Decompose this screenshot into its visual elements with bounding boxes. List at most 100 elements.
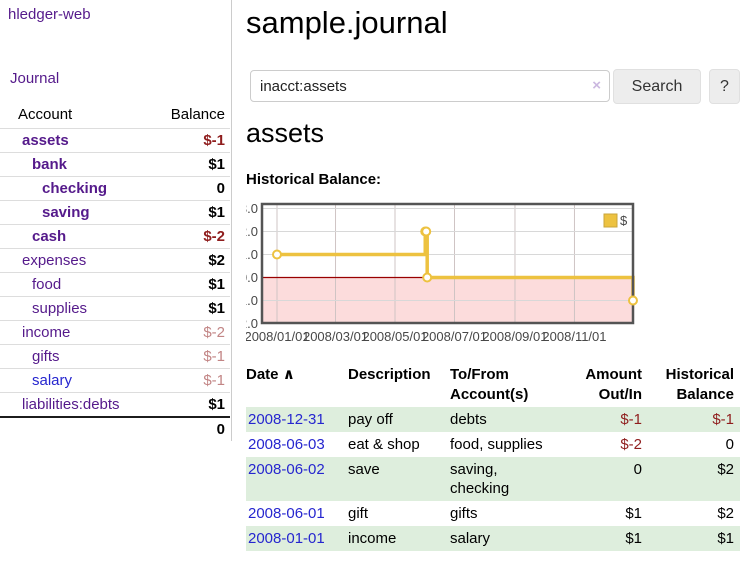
- transaction-accounts-cell: food, supplies: [448, 432, 560, 457]
- svg-text:0.0: 0.0: [246, 270, 258, 285]
- transaction-amount-cell: $-2: [560, 432, 642, 457]
- amount-column-header: Amount Out/In: [560, 362, 642, 407]
- svg-text:$: $: [620, 213, 628, 228]
- account-balance: $-2: [203, 321, 230, 344]
- account-balance: $1: [208, 153, 230, 176]
- transaction-description-cell: pay off: [346, 407, 448, 432]
- historical-balance-chart: $3.02.01.00.0-1.0-2.02008/01/012008/03/0…: [246, 200, 742, 350]
- accounts-column-header: To/From Account(s): [448, 362, 560, 407]
- transaction-date-link[interactable]: 2008-12-31: [248, 411, 325, 428]
- transaction-amount-cell: $1: [560, 526, 642, 551]
- account-link[interactable]: supplies: [0, 297, 87, 320]
- account-row: salary $-1: [0, 368, 230, 392]
- account-balance: $-1: [203, 129, 230, 152]
- account-link[interactable]: assets: [0, 129, 69, 152]
- account-row: liabilities:debts $1: [0, 392, 230, 416]
- svg-text:2008/09/01: 2008/09/01: [482, 329, 547, 344]
- page-title: sample.journal: [246, 4, 448, 42]
- accounts-table-header: Account Balance: [0, 100, 230, 128]
- transaction-date-link[interactable]: 2008-06-01: [248, 505, 325, 522]
- accounts-total-row: 0: [0, 416, 230, 440]
- search-input[interactable]: [250, 70, 610, 102]
- account-row: expenses $2: [0, 248, 230, 272]
- sidebar: hledger-web Journal Account Balance asse…: [0, 0, 232, 582]
- transaction-date-cell: 2008-01-01: [246, 526, 346, 551]
- register-row: 2008-12-31 pay off debts $-1 $-1: [246, 407, 740, 432]
- balance-column-header: Balance: [171, 100, 230, 128]
- account-link[interactable]: saving: [0, 201, 90, 224]
- transaction-date-link[interactable]: 2008-06-03: [248, 436, 325, 453]
- account-balance: 0: [217, 177, 230, 200]
- transaction-date-cell: 2008-12-31: [246, 407, 346, 432]
- date-column-header[interactable]: Date ∧: [246, 362, 346, 407]
- clear-search-icon[interactable]: ×: [592, 77, 601, 95]
- transaction-balance-cell: 0: [642, 432, 740, 457]
- chart-heading: Historical Balance:: [246, 171, 381, 188]
- transaction-amount-cell: $1: [560, 501, 642, 526]
- search-button[interactable]: Search: [613, 69, 701, 104]
- account-balance: $1: [208, 273, 230, 296]
- search-form: ×: [250, 70, 610, 102]
- date-header-label: Date: [246, 366, 279, 383]
- account-balance: $1: [208, 297, 230, 320]
- account-row: income $-2: [0, 320, 230, 344]
- sidebar-divider: [231, 0, 232, 441]
- help-button[interactable]: ?: [709, 69, 740, 104]
- account-link[interactable]: food: [0, 273, 61, 296]
- accounts-total-value: 0: [217, 418, 230, 440]
- transaction-amount-cell: $-1: [560, 407, 642, 432]
- transaction-accounts-cell: salary: [448, 526, 560, 551]
- transaction-amount-cell: 0: [560, 457, 642, 501]
- svg-text:2008/07/01: 2008/07/01: [422, 329, 487, 344]
- sort-ascending-icon: ∧: [283, 366, 295, 383]
- account-link[interactable]: cash: [0, 225, 66, 248]
- account-link[interactable]: bank: [0, 153, 67, 176]
- svg-text:2008/05/01: 2008/05/01: [362, 329, 427, 344]
- account-row: checking 0: [0, 176, 230, 200]
- account-heading: assets: [246, 118, 324, 149]
- transaction-balance-cell: $2: [642, 457, 740, 501]
- transaction-balance-cell: $-1: [642, 407, 740, 432]
- register-header-row: Date ∧ Description To/From Account(s) Am…: [246, 362, 740, 407]
- svg-text:3.0: 3.0: [246, 201, 258, 216]
- transaction-balance-cell: $1: [642, 526, 740, 551]
- account-row: cash $-2: [0, 224, 230, 248]
- register-row: 2008-01-01 income salary $1 $1: [246, 526, 740, 551]
- account-link[interactable]: expenses: [0, 249, 86, 272]
- register-body: 2008-12-31 pay off debts $-1 $-1 2008-06…: [246, 407, 740, 551]
- account-row: food $1: [0, 272, 230, 296]
- account-balance: $-1: [203, 369, 230, 392]
- account-balance: $-1: [203, 345, 230, 368]
- transaction-accounts-cell: gifts: [448, 501, 560, 526]
- account-link[interactable]: gifts: [0, 345, 60, 368]
- transaction-date-link[interactable]: 2008-06-02: [248, 461, 325, 478]
- account-link[interactable]: checking: [0, 177, 107, 200]
- account-row: saving $1: [0, 200, 230, 224]
- transaction-date-cell: 2008-06-02: [246, 457, 346, 501]
- transaction-description-cell: eat & shop: [346, 432, 448, 457]
- svg-text:-1.0: -1.0: [246, 293, 258, 308]
- account-link[interactable]: salary: [0, 369, 72, 392]
- svg-text:2.0: 2.0: [246, 224, 258, 239]
- svg-text:2008/03/01: 2008/03/01: [303, 329, 368, 344]
- transaction-accounts-cell: debts: [448, 407, 560, 432]
- transaction-date-link[interactable]: 2008-01-01: [248, 530, 325, 547]
- register-row: 2008-06-02 save saving, checking 0 $2: [246, 457, 740, 501]
- account-link[interactable]: income: [0, 321, 70, 344]
- svg-text:2008/11/01: 2008/11/01: [542, 329, 606, 344]
- sidebar-item-journal[interactable]: Journal: [10, 70, 59, 87]
- register-row: 2008-06-03 eat & shop food, supplies $-2…: [246, 432, 740, 457]
- svg-text:2008/01/01: 2008/01/01: [246, 329, 310, 344]
- transaction-accounts-cell: saving, checking: [448, 457, 560, 501]
- accounts-table: Account Balance assets $-1 bank $1 check…: [0, 100, 230, 440]
- transaction-description-cell: income: [346, 526, 448, 551]
- account-link[interactable]: liabilities:debts: [0, 393, 120, 416]
- account-row: bank $1: [0, 152, 230, 176]
- app-brand-link[interactable]: hledger-web: [8, 6, 91, 23]
- transaction-date-cell: 2008-06-01: [246, 501, 346, 526]
- transaction-balance-cell: $2: [642, 501, 740, 526]
- account-row: supplies $1: [0, 296, 230, 320]
- transaction-date-cell: 2008-06-03: [246, 432, 346, 457]
- transaction-description-cell: gift: [346, 501, 448, 526]
- account-balance: $-2: [203, 225, 230, 248]
